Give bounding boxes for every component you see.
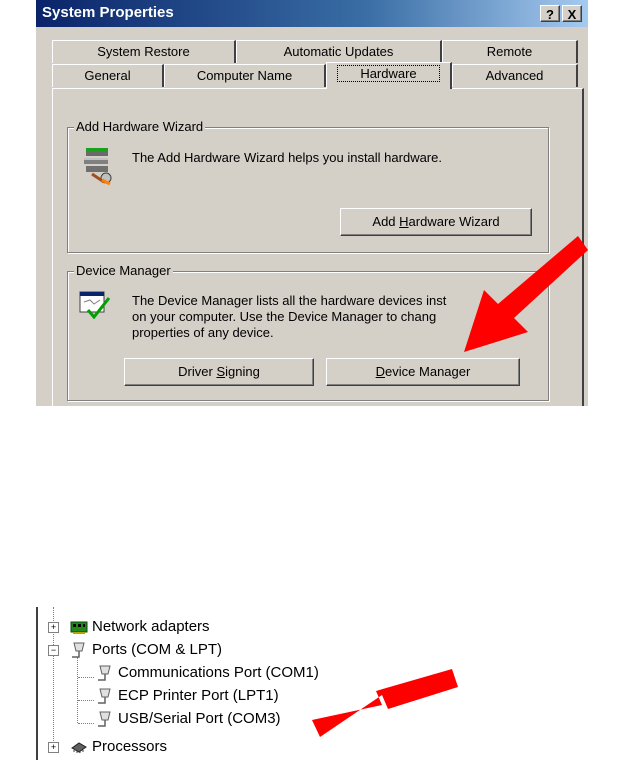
add-hardware-btn-post: ardware Wizard <box>408 214 500 229</box>
expand-processors[interactable]: + <box>48 742 59 753</box>
add-hardware-btn-pre: Add <box>372 214 400 229</box>
tree-item-label: USB/Serial Port (COM3) <box>118 710 281 727</box>
processor-chip-icon <box>71 742 87 753</box>
add-hardware-icon <box>84 148 112 186</box>
device-manager-btn-post: evice Manager <box>385 364 471 379</box>
device-manager-desc-line1: The Device Manager lists all the hardwar… <box>132 293 447 308</box>
port-connector-icon <box>98 711 111 727</box>
tab-hardware[interactable]: Hardware <box>326 62 452 89</box>
tree-connector <box>78 700 94 701</box>
device-manager-group-label: Device Manager <box>74 263 173 278</box>
annotation-arrow-icon <box>464 236 588 352</box>
tree-connector <box>78 677 94 678</box>
tab-hardware-label: Hardware <box>337 65 440 82</box>
tree-item-label: ECP Printer Port (LPT1) <box>118 687 279 704</box>
driver-signing-btn-post: igning <box>225 364 260 379</box>
device-manager-button[interactable]: Device Manager <box>326 358 520 386</box>
tree-item-label: Processors <box>92 738 168 755</box>
driver-signing-btn-key: S <box>216 364 226 379</box>
help-button[interactable]: ? <box>540 5 560 22</box>
expand-network-adapters[interactable]: + <box>48 622 59 633</box>
tab-automatic-updates[interactable]: Automatic Updates <box>236 40 442 63</box>
title-bar[interactable]: System Properties ? X <box>36 0 588 29</box>
tree-connector <box>77 657 78 723</box>
add-hardware-btn-key: H <box>399 214 409 229</box>
port-connector-icon <box>72 642 85 658</box>
driver-signing-button[interactable]: Driver Signing <box>124 358 314 386</box>
collapse-ports[interactable]: − <box>48 645 59 656</box>
device-manager-icon <box>79 291 111 320</box>
add-hardware-group-label: Add Hardware Wizard <box>74 119 206 134</box>
annotation-arrow-icon <box>312 669 458 737</box>
device-manager-desc-line3: properties of any device. <box>132 325 274 340</box>
device-manager-btn-key: D <box>375 364 386 379</box>
tree-connector <box>78 723 94 724</box>
system-properties-window: System Properties ? X System Restore Aut… <box>36 0 588 406</box>
close-button[interactable]: X <box>562 5 582 22</box>
tab-advanced[interactable]: Advanced <box>452 64 578 87</box>
device-manager-desc-line2: on your computer. Use the Device Manager… <box>132 309 437 324</box>
tree-item-label: Communications Port (COM1) <box>118 664 319 681</box>
port-connector-icon <box>98 688 111 704</box>
tab-general[interactable]: General <box>52 64 164 87</box>
tab-computer-name[interactable]: Computer Name <box>164 64 326 87</box>
window-title: System Properties <box>42 4 174 21</box>
tree-item-label: Ports (COM & LPT) <box>92 641 223 658</box>
network-adapter-icon <box>70 621 88 634</box>
driver-signing-btn-pre: Driver <box>178 364 217 379</box>
tree-item-label: Network adapters <box>92 618 210 635</box>
device-tree: + Network adapters − Ports (COM & LPT) C… <box>36 607 624 760</box>
port-connector-icon <box>98 665 111 681</box>
tab-system-restore[interactable]: System Restore <box>52 40 236 63</box>
add-hardware-description: The Add Hardware Wizard helps you instal… <box>132 150 442 165</box>
tab-remote[interactable]: Remote <box>442 40 578 63</box>
